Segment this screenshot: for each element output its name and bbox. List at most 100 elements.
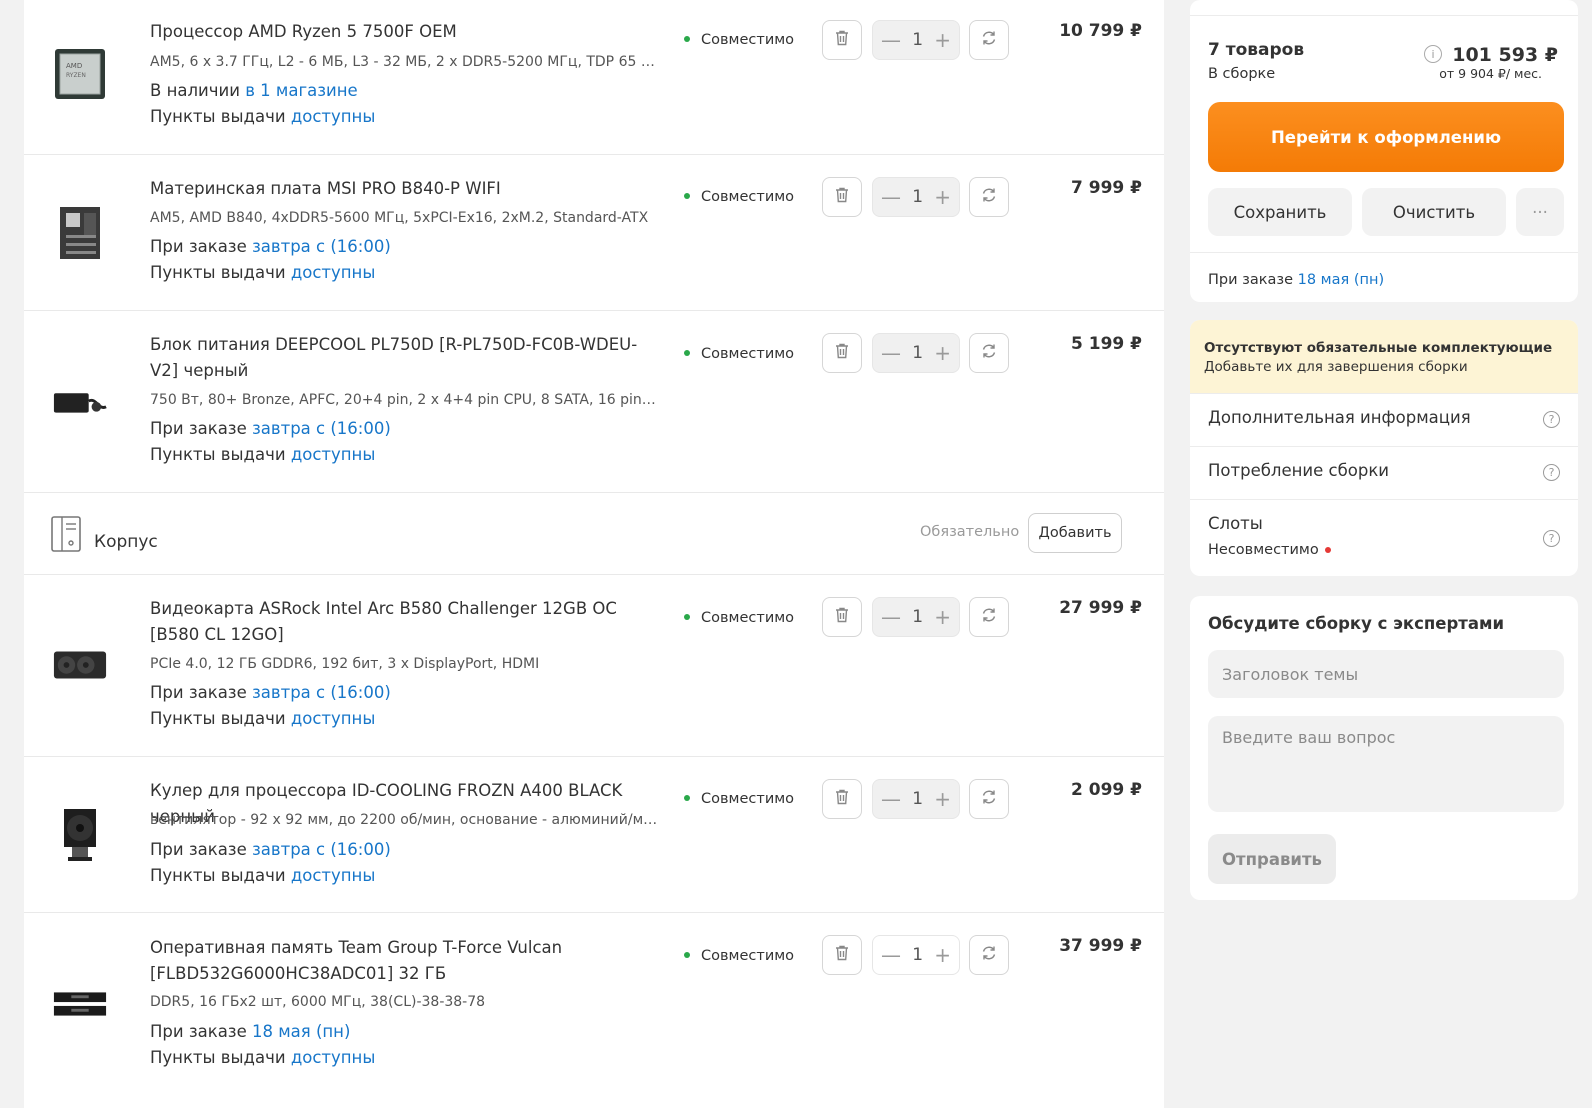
trash-icon	[833, 944, 851, 966]
compat-dot	[684, 36, 690, 42]
send-button[interactable]: Отправить	[1208, 834, 1336, 884]
question-icon[interactable]: ?	[1543, 411, 1560, 428]
item-price: 7 999 ₽	[1071, 178, 1142, 198]
pickup-link[interactable]: доступны	[291, 866, 376, 885]
minus-icon[interactable]: —	[881, 341, 901, 365]
question-icon[interactable]: ?	[1543, 464, 1560, 481]
info-row-label: Дополнительная информация	[1208, 408, 1471, 427]
question-input[interactable]	[1208, 716, 1564, 812]
compat-dot	[684, 614, 690, 620]
gpu-image[interactable]	[52, 637, 108, 693]
replace-button[interactable]	[969, 20, 1009, 60]
replace-button[interactable]	[969, 177, 1009, 217]
delete-button[interactable]	[822, 597, 862, 637]
delete-button[interactable]	[822, 177, 862, 217]
svg-text:RYZEN: RYZEN	[66, 72, 86, 79]
avail-link[interactable]: завтра с (16:00)	[252, 683, 391, 702]
pickup-link[interactable]: доступны	[291, 263, 376, 282]
plus-icon[interactable]: +	[934, 787, 951, 811]
item-title[interactable]: Блок питания DEEPCOOL PL750D [R-PL750D-F…	[150, 332, 658, 384]
trash-icon	[833, 606, 851, 628]
question-icon[interactable]: ?	[1543, 530, 1560, 547]
item-availability: При заказе завтра с (16:00)	[150, 840, 391, 859]
minus-icon[interactable]: —	[881, 605, 901, 629]
avail-link[interactable]: 18 мая (пн)	[252, 1022, 350, 1041]
list-item: Блок питания DEEPCOOL PL750D [R-PL750D-F…	[24, 311, 1164, 493]
list-item: Оперативная память Team Group T-Force Vu…	[24, 913, 1164, 1108]
item-title[interactable]: Оперативная память Team Group T-Force Vu…	[150, 935, 658, 987]
avail-link[interactable]: завтра с (16:00)	[252, 419, 391, 438]
item-title[interactable]: Видеокарта ASRock Intel Arc B580 Challen…	[150, 596, 658, 648]
pickup-link[interactable]: доступны	[291, 107, 376, 126]
plus-icon[interactable]: +	[934, 943, 951, 967]
compat-dot	[684, 952, 690, 958]
minus-icon[interactable]: —	[881, 185, 901, 209]
item-price: 27 999 ₽	[1059, 598, 1142, 618]
info-row-additional[interactable]: Дополнительная информация ?	[1190, 393, 1578, 446]
replace-button[interactable]	[969, 779, 1009, 819]
avail-link[interactable]: завтра с (16:00)	[252, 237, 391, 256]
clear-button[interactable]: Очистить	[1362, 188, 1506, 236]
replace-button[interactable]	[969, 597, 1009, 637]
item-title[interactable]: Процессор AMD Ryzen 5 7500F OEM	[150, 19, 658, 45]
info-row-power[interactable]: Потребление сборки ?	[1190, 446, 1578, 499]
more-button[interactable]: ···	[1516, 188, 1564, 236]
delivery-date: При заказе 18 мая (пн)	[1208, 272, 1384, 288]
pickup-link[interactable]: доступны	[291, 445, 376, 464]
expert-title: Обсудите сборку с экспертами	[1208, 614, 1505, 633]
minus-icon[interactable]: —	[881, 943, 901, 967]
minus-icon[interactable]: —	[881, 28, 901, 52]
delete-button[interactable]	[822, 779, 862, 819]
divider	[1190, 252, 1578, 253]
checkout-button[interactable]: Перейти к оформлению	[1208, 102, 1564, 172]
delete-button[interactable]	[822, 333, 862, 373]
plus-icon[interactable]: +	[934, 605, 951, 629]
missing-parts-banner: Отсутствуют обязательные комплектующие Д…	[1190, 320, 1578, 393]
compat-label: Совместимо	[701, 610, 795, 626]
plus-icon[interactable]: +	[934, 185, 951, 209]
compat-status: Совместимо	[684, 610, 794, 626]
item-title[interactable]: Материнская плата MSI PRO B840-P WIFI	[150, 176, 658, 202]
replace-button[interactable]	[969, 333, 1009, 373]
motherboard-image[interactable]	[52, 205, 108, 261]
item-availability: При заказе завтра с (16:00)	[150, 683, 391, 702]
save-button[interactable]: Сохранить	[1208, 188, 1352, 236]
psu-image[interactable]	[52, 373, 108, 429]
info-icon[interactable]: i	[1424, 45, 1442, 63]
refresh-icon	[980, 29, 998, 51]
avail-label: При заказе	[150, 683, 252, 702]
avail-label: При заказе	[150, 237, 252, 256]
minus-icon[interactable]: —	[881, 787, 901, 811]
compat-status: Совместимо	[684, 346, 794, 362]
delete-button[interactable]	[822, 935, 862, 975]
avail-label: При заказе	[150, 1022, 252, 1041]
cooler-image[interactable]	[52, 807, 108, 863]
avail-label: При заказе	[150, 840, 252, 859]
list-item: Материнская плата MSI PRO B840-P WIFI AM…	[24, 155, 1164, 311]
pickup-link[interactable]: доступны	[291, 1048, 376, 1067]
warning-title: Отсутствуют обязательные комплектующие	[1204, 340, 1553, 356]
topic-input[interactable]	[1208, 650, 1564, 698]
compat-label: Совместимо	[701, 32, 795, 48]
delete-button[interactable]	[822, 20, 862, 60]
pickup-label: Пункты выдачи	[150, 866, 291, 885]
replace-button[interactable]	[969, 935, 1009, 975]
plus-icon[interactable]: +	[934, 28, 951, 52]
ram-image[interactable]	[52, 976, 108, 1032]
avail-link[interactable]: завтра с (16:00)	[252, 840, 391, 859]
info-row-slots[interactable]: Слоты Несовместимо ?	[1190, 499, 1578, 576]
quantity-stepper: — 1 +	[872, 177, 960, 217]
required-label: Обязательно	[920, 524, 1020, 540]
build-list: AMD RYZEN Процессор AMD Ryzen 5 7500F OEM…	[24, 0, 1164, 1108]
list-item: Кулер для процессора ID-COOLING FROZN A4…	[24, 757, 1164, 913]
delivery-link[interactable]: 18 мая (пн)	[1298, 272, 1385, 288]
pickup-link[interactable]: доступны	[291, 709, 376, 728]
item-specs: DDR5, 16 ГБx2 шт, 6000 МГц, 38(CL)-38-38…	[150, 994, 486, 1010]
add-case-button[interactable]: Добавить	[1028, 513, 1122, 553]
plus-icon[interactable]: +	[934, 341, 951, 365]
compat-status: Совместимо	[684, 948, 794, 964]
item-pickup: Пункты выдачи доступны	[150, 866, 375, 885]
delivery-label: При заказе	[1208, 272, 1298, 288]
cpu-image[interactable]: AMD RYZEN	[52, 46, 108, 102]
avail-link[interactable]: в 1 магазине	[245, 81, 358, 100]
